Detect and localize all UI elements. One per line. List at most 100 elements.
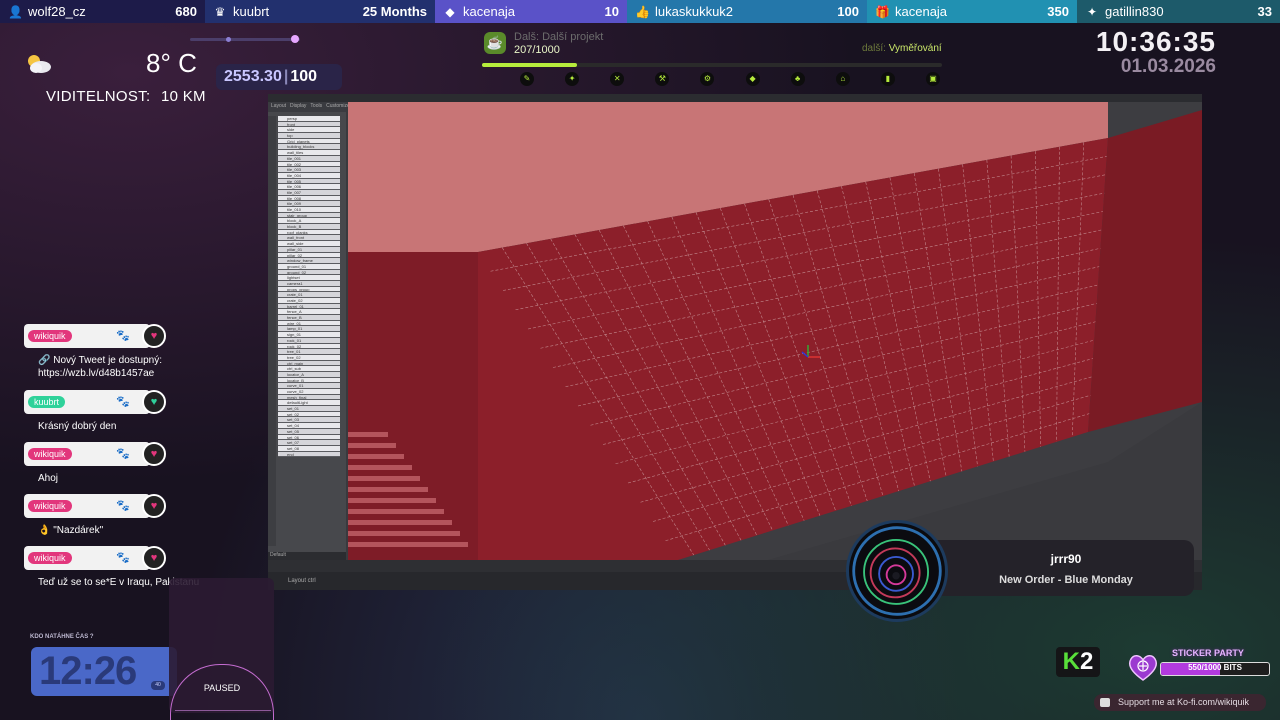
project-progress-bar: [482, 63, 942, 67]
ticker-value: 680: [175, 4, 197, 19]
cross-icon: ✕: [610, 72, 625, 86]
paused-underline: [175, 710, 271, 711]
pencil-icon: ✎: [520, 72, 534, 86]
slider-start-dot: [226, 37, 231, 42]
chat-username: wikiquik: [28, 500, 72, 512]
outliner-menu-item[interactable]: Tools: [310, 103, 322, 111]
event-ticker-bar: 👤 wolf28_cz 680 ♛ kuubrt 25 Months ◆ kacenaja 10…: [0, 0, 1280, 23]
outliner-menu-item[interactable]: Display: [290, 103, 306, 111]
level-slider: [190, 35, 300, 43]
project-milestones: ✎ ✦ ✕ ⚒ ⚙ ◆ ♣ ⌂ ▮ ▣: [520, 72, 940, 86]
coffee-cup-icon: [1100, 698, 1110, 707]
chat-text-line: Krásný dobrý den: [38, 421, 117, 432]
subathon-timer: 12:26 40: [31, 647, 177, 696]
sticker-party-goal: STICKER PARTY 550/1000 BITS: [1126, 648, 1272, 684]
outliner-menu-item[interactable]: Customize: [326, 103, 350, 111]
ticker-item: ◆ kacenaja 10: [435, 0, 627, 23]
ticker-name: kacenaja: [463, 4, 516, 19]
kofi-banner[interactable]: Support me at Ko-fi.com/wikiquik: [1094, 694, 1266, 711]
kofi-text: Support me at Ko-fi.com/wikiquik: [1118, 697, 1250, 707]
heart-badge-icon: ♥: [142, 390, 166, 414]
paw-icon: 🐾: [116, 500, 130, 512]
ticker-item: 👍 lukaskukkuk2 100: [627, 0, 867, 23]
person-add-icon: 👤: [8, 4, 23, 19]
chat-text: Krásný dobrý den: [38, 420, 116, 433]
points-target: 100: [290, 68, 318, 85]
vinyl-disc-icon: [846, 520, 948, 622]
heart-icon: [1129, 655, 1157, 681]
outliner-list: persp front side top Grid_planets building_bl…: [278, 116, 340, 546]
heart-badge-icon: ♥: [142, 442, 166, 466]
chat-message: kuubrt 🐾 ♥ Krásný dobrý den: [16, 388, 266, 440]
project-next-label: další:: [862, 43, 886, 54]
heart-badge-icon: ♥: [142, 546, 166, 570]
chat-text: 🔗 Nový Tweet je dostupný: https://wzb.lv/…: [38, 354, 162, 380]
project-title: Dalš: Další projekt: [514, 31, 604, 43]
timer-badge: 40: [151, 681, 165, 690]
chat-username: wikiquik: [28, 448, 72, 460]
project-progress-fill: [482, 63, 578, 67]
ticker-value: 10: [604, 4, 619, 19]
paw-icon: 🐾: [116, 448, 130, 460]
project-next-value: Vyměřování: [888, 43, 942, 54]
3d-viewport[interactable]: [348, 102, 1202, 560]
ticker-name: gatillin830: [1105, 4, 1164, 19]
heart-badge-icon: ♥: [142, 324, 166, 348]
visibility-label: VIDITELNOST:: [46, 88, 151, 105]
house-icon: ⌂: [835, 72, 850, 86]
outliner-toolstrip: [268, 116, 276, 546]
brush-icon: ✦: [565, 72, 580, 86]
slider-handle: [290, 35, 299, 43]
tree-icon: ♣: [790, 72, 805, 86]
k2-logo: K2: [1056, 647, 1100, 677]
temperature-text: 8° C: [146, 48, 197, 78]
sticker-party-progress: 550/1000 BITS: [1188, 663, 1242, 672]
chat-text-line: 👌 "Nazdárek": [38, 525, 104, 536]
chat-text: Ahoj: [38, 472, 58, 485]
stream-overlay: 👤 wolf28_cz 680 ♛ kuubrt 25 Months ◆ kacenaja 10…: [0, 0, 1280, 720]
outliner-menu-item[interactable]: Layout: [271, 103, 286, 111]
ticker-value: 33: [1257, 4, 1272, 19]
clock-date: 01.03.2026: [1120, 56, 1216, 77]
shield-icon: ◆: [745, 72, 760, 86]
partly-cloudy-icon: [28, 55, 51, 73]
ticker-name: lukaskukkuk2: [655, 4, 734, 19]
thumbs-up-icon: 👍: [635, 4, 650, 19]
chat-text: 👌 "Nazdárek": [38, 524, 103, 537]
visibility-value: 10 KM: [160, 88, 206, 105]
project-next: další: Vyměřování: [862, 43, 942, 54]
ticker-name: kuubrt: [233, 4, 270, 19]
chat-username: wikiquik: [28, 552, 72, 564]
chat-feed: wikiquik 🐾 ♥ 🔗 Nový Tweet je dostupný: ht…: [16, 322, 266, 596]
now-playing-widget: jrrr90 New Order - Blue Monday: [846, 520, 1194, 622]
timer-time: 12:26: [39, 649, 137, 693]
chat-username: wikiquik: [28, 330, 72, 342]
paused-label: PAUSED: [203, 683, 241, 693]
now-playing-user: jrrr90: [1050, 552, 1082, 566]
viewport-scene: [348, 102, 1202, 560]
ticker-item: 🎁 kacenaja 350: [867, 0, 1077, 23]
wrench-icon: ⚙: [700, 72, 715, 86]
heart-badge-icon: ♥: [142, 494, 166, 518]
paw-icon: 🐾: [116, 330, 130, 342]
project-goal-widget: ☕ Dalš: Další projekt 207/1000 další: Vy…: [482, 30, 942, 92]
chat-text-line: https://wzb.lv/d48b1457ae: [38, 368, 155, 379]
ticker-item: 👤 wolf28_cz 680: [0, 0, 205, 23]
project-count: 207/1000: [514, 44, 560, 56]
clock-widget: 10:36:35 01.03.2026: [1086, 26, 1216, 78]
star-icon: ✦: [1086, 4, 1098, 19]
chat-message: wikiquik 🐾 ♥ 👌 "Nazdárek": [16, 492, 266, 544]
chat-name-pill: wikiquik 🐾 ♥: [24, 494, 166, 518]
ticker-value: 25 Months: [362, 4, 427, 19]
chat-name-pill: kuubrt 🐾 ♥: [24, 390, 166, 414]
sticker-party-title: STICKER PARTY: [1172, 648, 1244, 658]
ticker-item: ♛ kuubrt 25 Months: [205, 0, 435, 23]
points-counter: 2553.30 | 100: [216, 64, 342, 90]
chat-name-pill: wikiquik 🐾 ♥: [24, 324, 166, 348]
points-separator: |: [283, 68, 289, 85]
outliner-row[interactable]: end: [278, 451, 340, 458]
timer-question-label: KDO NATÁHNE ČAS ?: [30, 634, 94, 640]
ticker-name: wolf28_cz: [28, 4, 86, 19]
k2-logo-k: K: [1062, 648, 1080, 675]
paw-icon: 🐾: [116, 552, 130, 564]
